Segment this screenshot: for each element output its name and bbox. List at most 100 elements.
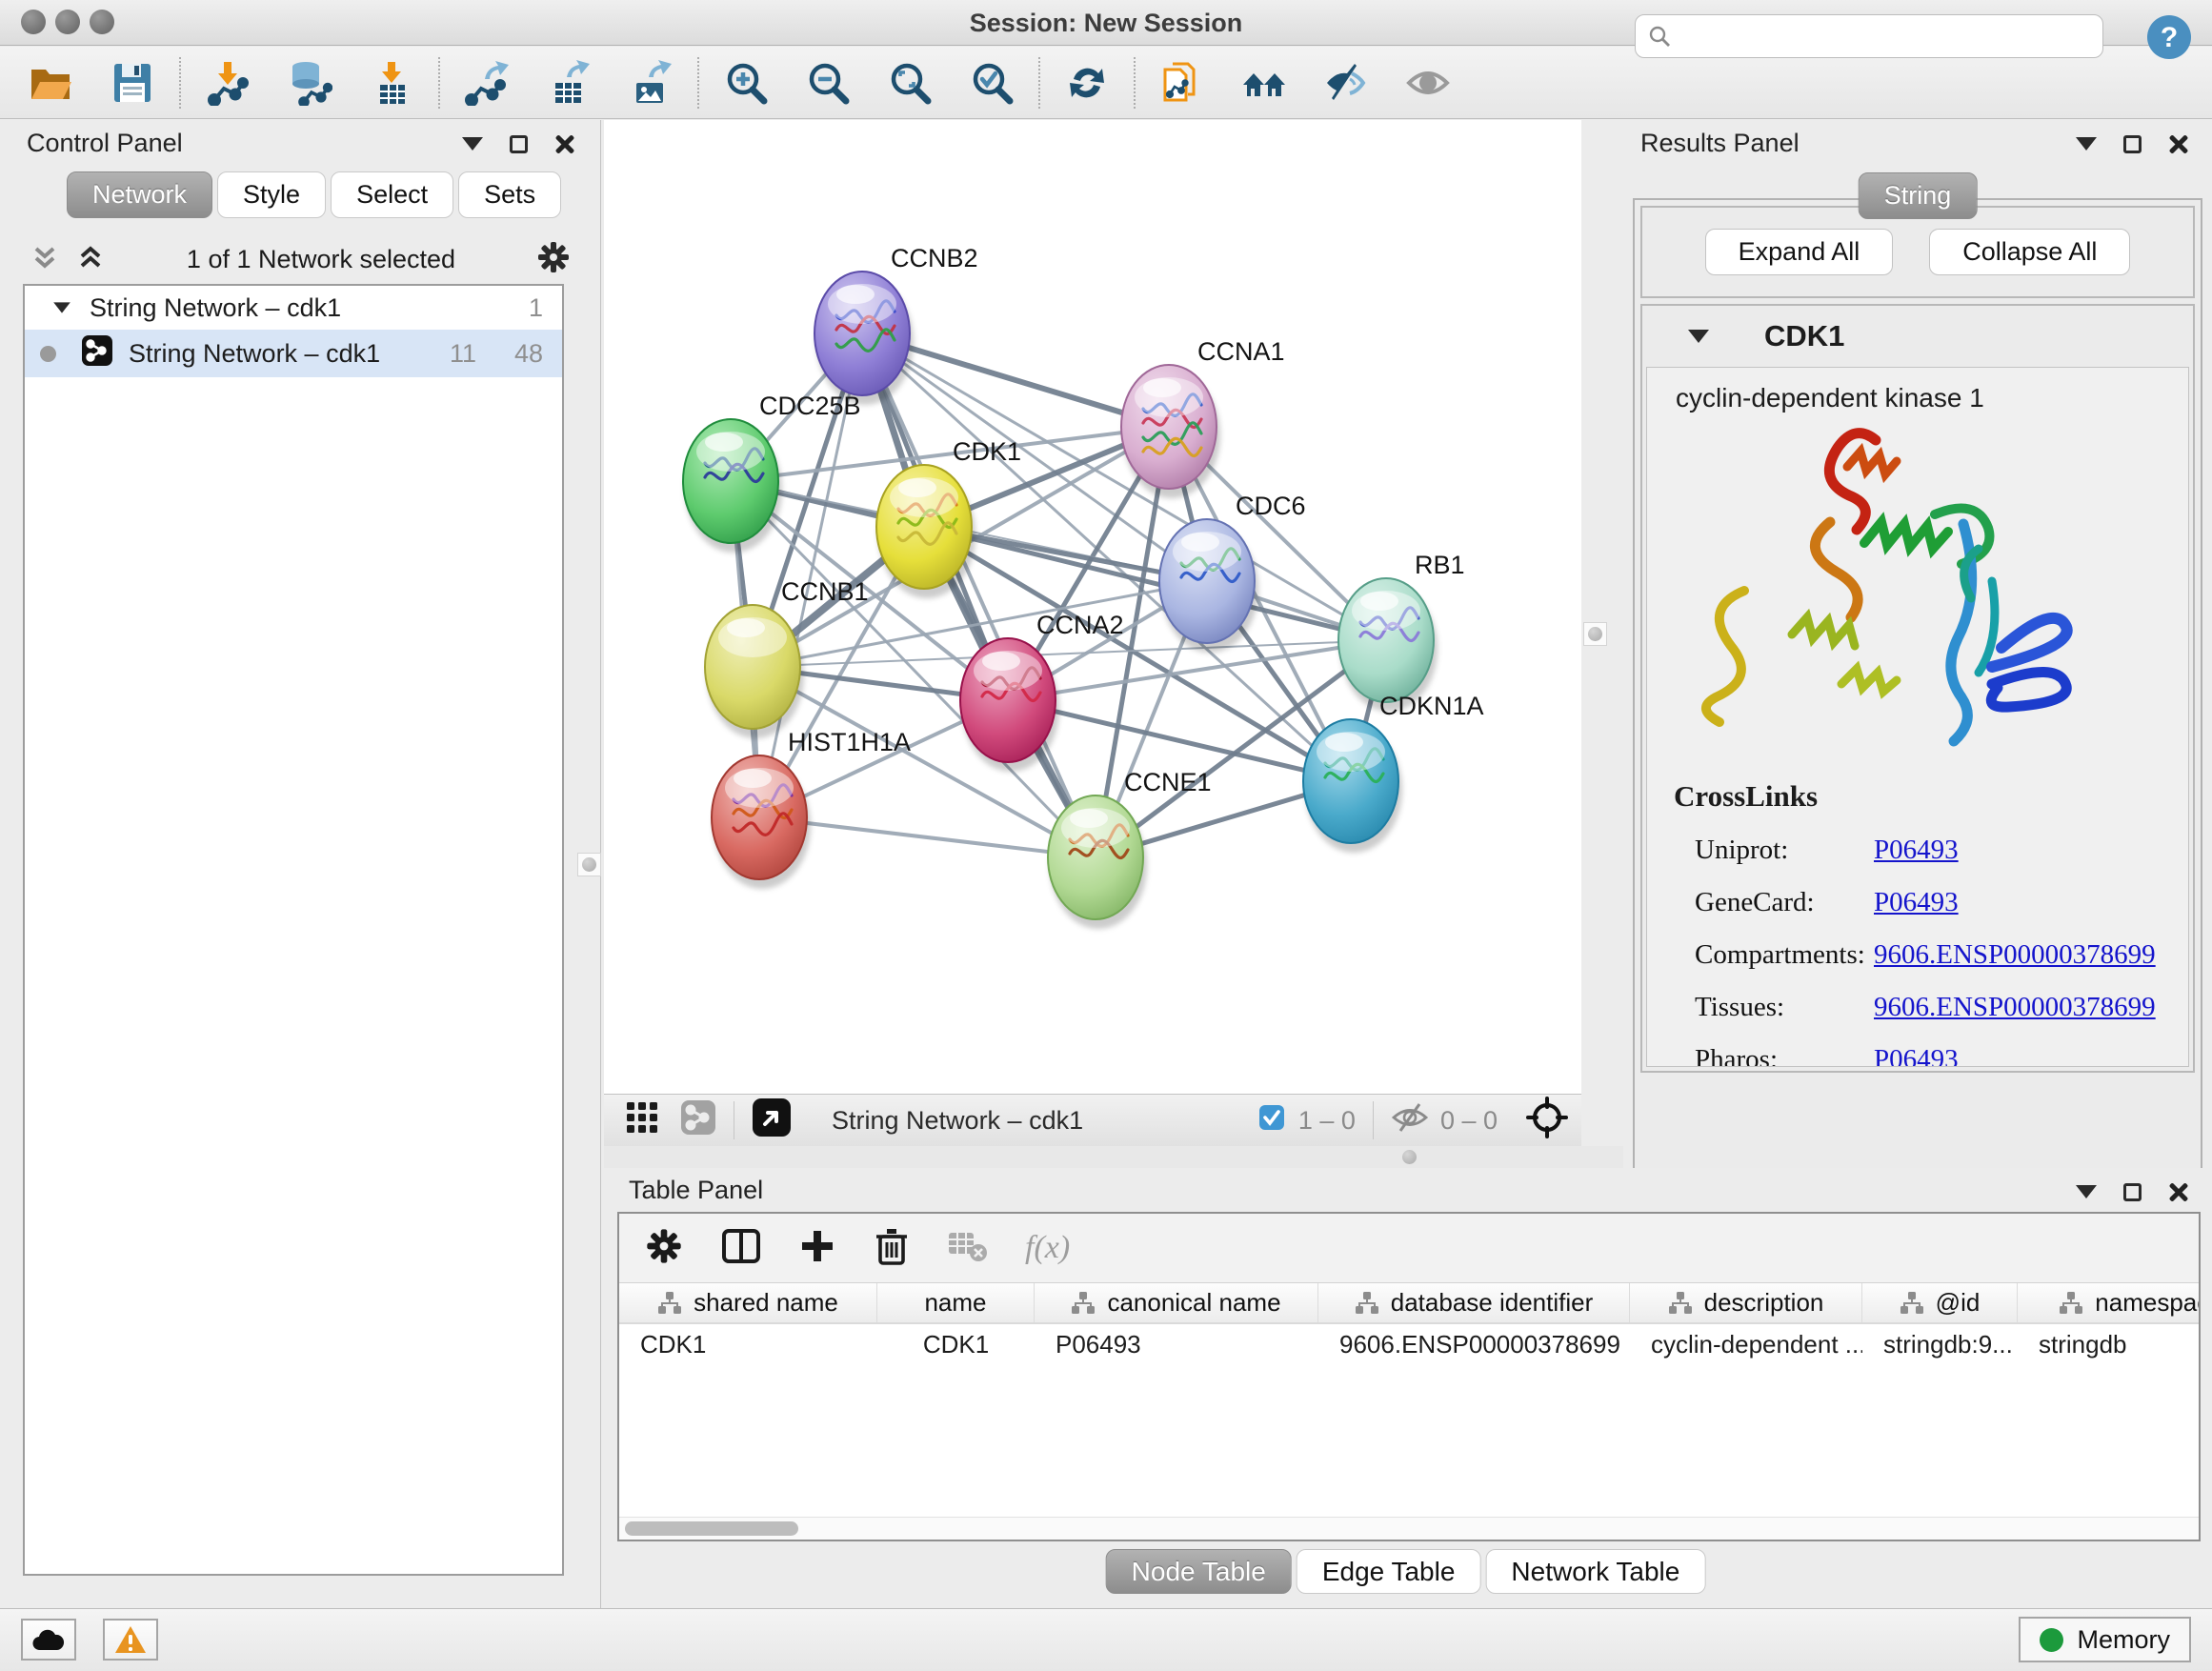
network-view[interactable]: CCNB2CCNA1CDC25BCDK1CDC6RB1CCNB1CCNA2CDK… [604,120,1581,1094]
crosshair-icon[interactable] [1526,1097,1568,1145]
crosslink-label: GeneCard: [1695,887,1874,918]
left-splitter-handle[interactable] [577,853,601,876]
delete-table-icon [947,1227,989,1270]
network-collection-row[interactable]: String Network – cdk1 1 [25,286,562,330]
navigator-icon[interactable] [752,1097,792,1144]
crosslink-link[interactable]: P06493 [1874,887,1959,918]
collapse-all-button[interactable]: Collapse All [1929,229,2130,275]
tab-node-table[interactable]: Node Table [1106,1549,1292,1594]
column-header-shared-name[interactable]: shared name [619,1283,877,1322]
network-snapshot-icon[interactable] [1156,57,1208,109]
export-table-icon[interactable] [543,57,594,109]
tab-style[interactable]: Style [217,171,326,218]
network-node-RB1[interactable]: RB1 [1338,551,1465,712]
column-header-database-identifier[interactable]: database identifier [1318,1283,1630,1322]
panel-close-icon[interactable] [2168,1181,2189,1202]
network-node-HIST1H1A[interactable]: HIST1H1A [712,728,911,889]
column-header-namespace[interactable]: namespace [2018,1283,2199,1322]
show-graphics-details-icon[interactable] [1238,57,1290,109]
table-settings-gear-icon[interactable] [644,1226,684,1271]
hidden-eye-icon[interactable] [1391,1101,1429,1140]
panel-close-icon[interactable] [554,133,575,154]
table-horizontal-scrollbar[interactable] [619,1517,2199,1540]
crosslink-link[interactable]: P06493 [1874,835,1959,866]
table-row[interactable]: CDK1CDK1P064939606.ENSP00000378699cyclin… [619,1324,2199,1364]
column-header-canonical-name[interactable]: canonical name [1035,1283,1318,1322]
import-table-file-icon[interactable] [366,57,417,109]
crosslink-link[interactable]: 9606.ENSP00000378699 [1874,939,2156,971]
share-view-icon[interactable] [680,1099,716,1142]
column-header-label: description [1704,1288,1824,1318]
export-network-icon[interactable] [461,57,513,109]
entry-header[interactable]: CDK1 [1642,306,2193,367]
help-icon[interactable]: ? [2145,13,2193,61]
table-cell: stringdb [2018,1324,2199,1364]
column-header--id[interactable]: @id [1862,1283,2018,1322]
scrollbar-thumb[interactable] [625,1521,798,1536]
export-image-icon[interactable] [625,57,676,109]
panel-float-icon[interactable] [2123,1183,2142,1201]
column-header-name[interactable]: name [877,1283,1035,1322]
hide-selected-icon[interactable] [1320,57,1372,109]
tab-network[interactable]: Network [67,171,212,218]
entry-expander-icon[interactable] [1688,330,1709,343]
apply-layout-icon[interactable] [1061,57,1113,109]
network-node-CCNA2[interactable]: CCNA2 [960,611,1124,772]
column-header-description[interactable]: description [1630,1283,1862,1322]
network-node-CCNE1[interactable]: CCNE1 [1048,768,1212,929]
panel-menu-icon[interactable] [2076,137,2097,151]
expand-all-button[interactable]: Expand All [1705,229,1894,275]
network-row-selected[interactable]: String Network – cdk1 11 48 [25,330,562,377]
add-column-icon[interactable] [798,1227,836,1270]
network-options-gear-icon[interactable] [535,239,572,280]
selected-checkbox-icon[interactable] [1258,1104,1285,1137]
crosslink-label: Compartments: [1695,939,1874,971]
collection-expander-icon[interactable] [53,302,70,312]
crosslink-link[interactable]: 9606.ENSP00000378699 [1874,992,2156,1023]
zoom-selected-icon[interactable] [966,57,1017,109]
results-panel: Results Panel String Expand All Collapse… [1623,120,2212,1168]
show-columns-icon[interactable] [720,1225,762,1272]
network-node-CCNB1[interactable]: CCNB1 [705,577,869,738]
expand-all-icon[interactable] [74,241,107,278]
network-list: String Network – cdk1 1 String Network –… [23,284,564,1576]
table-panel-title: Table Panel [629,1176,763,1205]
control-panel-title: Control Panel [27,129,183,158]
zoom-in-icon[interactable] [720,57,772,109]
import-network-database-icon[interactable] [284,57,335,109]
node-label: CCNE1 [1124,768,1212,796]
network-node-CDKN1A[interactable]: CDKN1A [1303,692,1484,853]
zoom-out-icon[interactable] [802,57,854,109]
panel-menu-icon[interactable] [2076,1185,2097,1198]
tab-edge-table[interactable]: Edge Table [1297,1549,1481,1594]
network-node-CDC6[interactable]: CDC6 [1159,492,1306,653]
right-splitter-handle[interactable] [1583,622,1607,646]
panel-float-icon[interactable] [510,135,528,153]
tab-select[interactable]: Select [331,171,453,218]
hierarchy-icon [1668,1291,1693,1316]
delete-column-icon[interactable] [873,1225,911,1272]
node-label: CCNA2 [1036,611,1124,639]
save-session-icon[interactable] [107,57,158,109]
open-session-icon[interactable] [25,57,76,109]
hierarchy-icon [1355,1291,1379,1316]
grid-view-icon[interactable] [625,1100,659,1141]
import-network-file-icon[interactable] [202,57,253,109]
column-header-label: database identifier [1391,1288,1593,1318]
panel-float-icon[interactable] [2123,135,2142,153]
zoom-fit-icon[interactable] [884,57,935,109]
search-field[interactable] [1635,14,2103,58]
tab-string[interactable]: String [1859,172,1978,219]
tab-network-table[interactable]: Network Table [1485,1549,1705,1594]
warnings-button[interactable] [103,1619,158,1661]
crosslink-link[interactable]: P06493 [1874,1044,1959,1067]
network-node-CCNB2[interactable]: CCNB2 [814,244,978,405]
search-input[interactable] [1672,22,2091,51]
cloud-button[interactable] [21,1619,76,1661]
memory-button[interactable]: Memory [2019,1617,2191,1662]
collapse-all-icon[interactable] [29,241,61,278]
panel-menu-icon[interactable] [462,137,483,151]
tab-sets[interactable]: Sets [458,171,561,218]
network-node-CCNA1[interactable]: CCNA1 [1121,337,1285,498]
panel-close-icon[interactable] [2168,133,2189,154]
